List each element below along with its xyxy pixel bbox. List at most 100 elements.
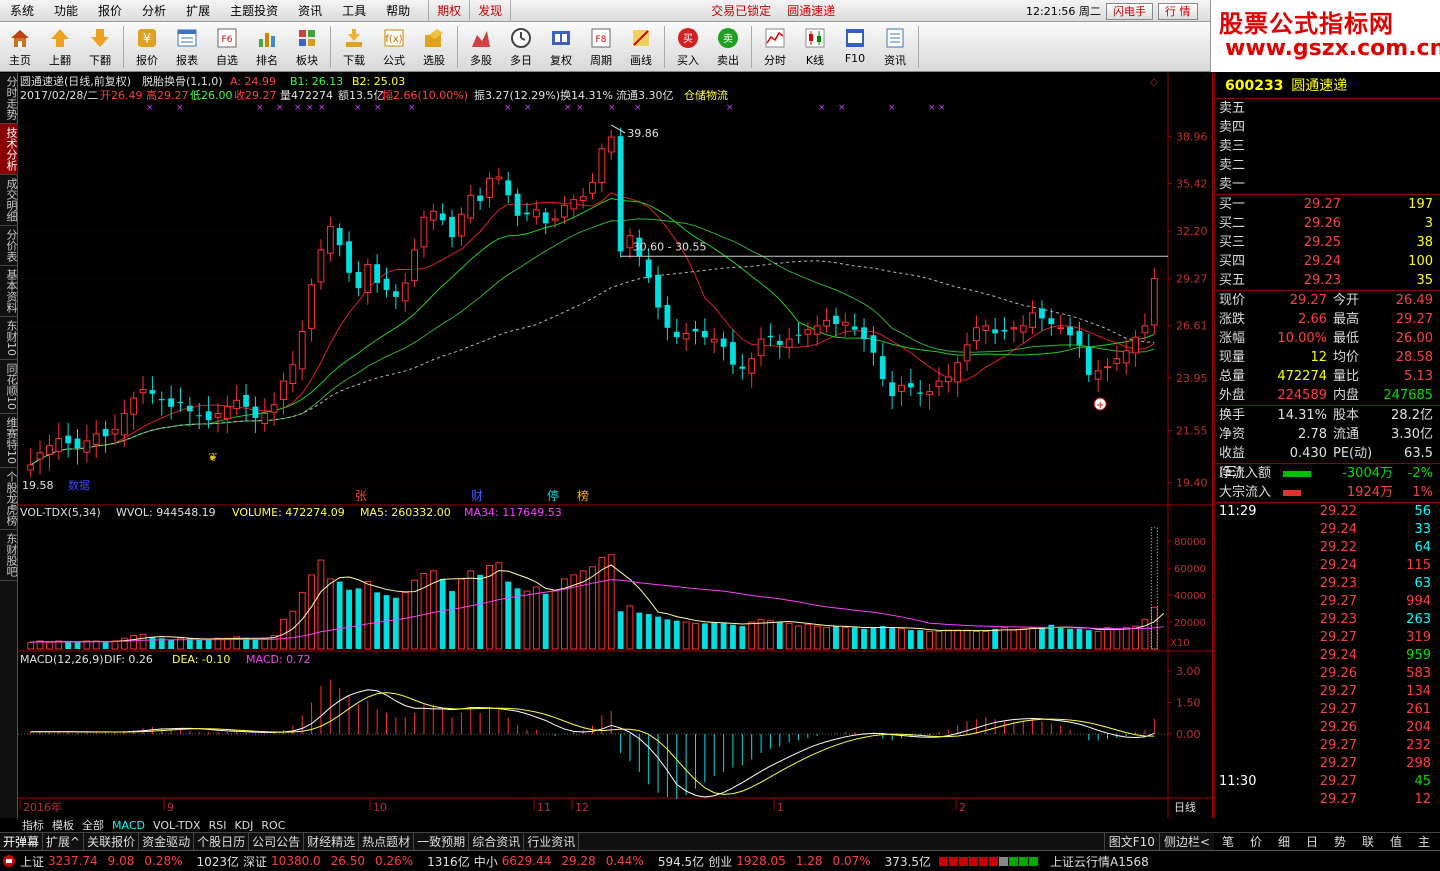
function-tab[interactable]: 关联报价 <box>84 833 140 850</box>
toolbar-f10-button[interactable]: F10 <box>835 22 875 70</box>
toolbar-f6-button[interactable]: F6 自选 <box>207 22 247 70</box>
right-panel-tab[interactable]: 值 <box>1382 833 1410 850</box>
indicator-tab[interactable]: MACD <box>108 819 149 832</box>
menu-item[interactable]: 报价 <box>88 0 132 22</box>
zx-index-label[interactable]: 中小 <box>474 853 498 870</box>
quote-button[interactable]: 行 情 <box>1158 3 1198 20</box>
tick-row[interactable]: 29.23 63 <box>1215 575 1440 593</box>
toolbar-block-button[interactable]: 板块 <box>287 22 327 70</box>
right-panel-tab[interactable]: 细 <box>1270 833 1298 850</box>
buy-order-row[interactable]: 买一 29.27 197 <box>1215 195 1440 214</box>
left-tab[interactable]: 个股龙虎榜 <box>0 468 18 530</box>
toolbar-f8-button[interactable]: F8 周期 <box>581 22 621 70</box>
right-panel-tab[interactable]: 日 <box>1298 833 1326 850</box>
toolbar-rank-button[interactable]: 排名 <box>247 22 287 70</box>
menu-item[interactable]: 帮助 <box>376 0 420 22</box>
tick-row[interactable]: 29.27 298 <box>1215 755 1440 773</box>
tick-row[interactable]: 29.27 994 <box>1215 593 1440 611</box>
toolbar-kline-button[interactable]: K线 <box>795 22 835 70</box>
menu-item[interactable]: 系统 <box>0 0 44 22</box>
tick-row[interactable]: 29.27 319 <box>1215 629 1440 647</box>
left-tab[interactable]: 分时走势 <box>0 73 18 124</box>
toolbar-arrow-up-button[interactable]: 上翻 <box>40 22 80 70</box>
left-tab[interactable]: 维赛特10 <box>0 414 18 468</box>
buy-order-row[interactable]: 买四 29.24 100 <box>1215 252 1440 271</box>
function-tab[interactable]: 行业资讯 <box>524 833 580 850</box>
tick-row[interactable]: 29.27 134 <box>1215 683 1440 701</box>
sh-index-label[interactable]: 上证 <box>20 853 44 870</box>
function-tab[interactable]: 综合资讯 <box>469 833 525 850</box>
tick-row[interactable]: 29.24 115 <box>1215 557 1440 575</box>
right-panel-tab[interactable]: 势 <box>1326 833 1354 850</box>
left-tab[interactable]: 东财股吧 <box>0 530 18 581</box>
sell-order-row[interactable]: 卖五 <box>1215 99 1440 118</box>
left-tab[interactable]: 分价表 <box>0 226 18 266</box>
tick-list[interactable]: 11:29 29.22 56 29.24 33 29.22 64 29.24 115 29.23 6… <box>1215 503 1440 809</box>
indicator-tab[interactable]: 指标 <box>18 817 48 833</box>
function-tab[interactable]: 财经精选 <box>304 833 360 850</box>
trade-lock-status[interactable]: 交易已锁定 <box>711 2 771 19</box>
menu-item[interactable]: 分析 <box>132 0 176 22</box>
toolbar-restore-button[interactable]: 复权 <box>541 22 581 70</box>
function-tab[interactable]: 热点题材 <box>359 833 415 850</box>
tick-row[interactable]: 29.27 232 <box>1215 737 1440 755</box>
toolbar-yen-button[interactable]: ¥ 报价 <box>127 22 167 70</box>
function-tab[interactable]: 一致预期 <box>414 833 470 850</box>
indicator-tab[interactable]: ROC <box>257 819 289 832</box>
right-panel-tab[interactable]: 主 <box>1410 833 1438 850</box>
function-tab[interactable]: 个股日历 <box>194 833 250 850</box>
toolbar-formula-button[interactable]: f(x) 公式 <box>374 22 414 70</box>
function-tab[interactable]: 开弹幕 <box>0 833 44 850</box>
chart-area[interactable]: 38.96 35.42 32.20 29.27 26.61 23.95 21.55 19.40… <box>18 73 1213 818</box>
indicator-tab[interactable]: KDJ <box>230 819 257 832</box>
toolbar-multi-day-button[interactable]: 多日 <box>501 22 541 70</box>
sell-order-row[interactable]: 卖二 <box>1215 156 1440 175</box>
tick-row[interactable]: 29.22 64 <box>1215 539 1440 557</box>
right-panel-tab[interactable]: 笔 <box>1214 833 1242 850</box>
function-right-tab[interactable]: 侧边栏< <box>1158 833 1214 850</box>
left-tab[interactable]: 东财10 <box>0 317 18 360</box>
indicator-tab[interactable]: 全部 <box>78 817 108 833</box>
left-tab[interactable]: 技术分析 <box>0 124 18 175</box>
flash-trade-button[interactable]: 闪电手 <box>1106 3 1153 20</box>
tick-row[interactable]: 29.26 204 <box>1215 719 1440 737</box>
menu-item[interactable]: 资讯 <box>288 0 332 22</box>
toolbar-news-button[interactable]: 资讯 <box>875 22 915 70</box>
menu-item[interactable]: 功能 <box>44 0 88 22</box>
menu-item[interactable]: 主题投资 <box>220 0 288 22</box>
toolbar-draw-line-button[interactable]: 画线 <box>621 22 661 70</box>
function-tab[interactable]: 扩展^ <box>43 833 85 850</box>
indicator-tab[interactable]: RSI <box>205 819 231 832</box>
cy-index-label[interactable]: 创业 <box>708 853 732 870</box>
toolbar-home-button[interactable]: 主页 <box>0 22 40 70</box>
indicator-tab[interactable]: 模板 <box>48 817 78 833</box>
toolbar-download-button[interactable]: 下载 <box>334 22 374 70</box>
left-tab[interactable]: 成交明细 <box>0 175 18 226</box>
buy-order-row[interactable]: 买二 29.26 3 <box>1215 214 1440 233</box>
toolbar-sell-button[interactable]: 卖卖出 <box>708 22 748 70</box>
sz-index-label[interactable]: 深证 <box>243 853 267 870</box>
sell-order-row[interactable]: 卖一 <box>1215 175 1440 194</box>
toolbar-report-button[interactable]: 报表 <box>167 22 207 70</box>
indicator-tab[interactable]: VOL-TDX <box>149 819 205 832</box>
buy-order-row[interactable]: 买三 29.25 38 <box>1215 233 1440 252</box>
tick-row[interactable]: 11:30 29.27 45 <box>1215 773 1440 791</box>
function-right-tab[interactable]: 图文F10 <box>1103 833 1159 850</box>
broadcast-icon[interactable] <box>2 854 16 868</box>
tab-options[interactable]: 期权 <box>428 0 471 22</box>
right-panel-tab[interactable]: 价 <box>1242 833 1270 850</box>
sell-order-row[interactable]: 卖三 <box>1215 137 1440 156</box>
toolbar-select-stock-button[interactable]: 选股 <box>414 22 454 70</box>
toolbar-arrow-down-button[interactable]: 下翻 <box>80 22 120 70</box>
tick-row[interactable]: 29.24 959 <box>1215 647 1440 665</box>
left-tab[interactable]: 同花顺10 <box>0 360 18 414</box>
menu-item[interactable]: 工具 <box>332 0 376 22</box>
toolbar-timeshare-button[interactable]: 分时 <box>755 22 795 70</box>
buy-order-row[interactable]: 买五 29.23 35 <box>1215 271 1440 290</box>
tick-row[interactable]: 29.27 261 <box>1215 701 1440 719</box>
kline-chart[interactable]: 38.96 35.42 32.20 29.27 26.61 23.95 21.55 19.40… <box>18 73 1213 818</box>
sell-order-row[interactable]: 卖四 <box>1215 118 1440 137</box>
tick-row[interactable]: 11:29 29.22 56 <box>1215 503 1440 521</box>
right-panel-tab[interactable]: 联 <box>1354 833 1382 850</box>
tick-row[interactable]: 29.23 263 <box>1215 611 1440 629</box>
